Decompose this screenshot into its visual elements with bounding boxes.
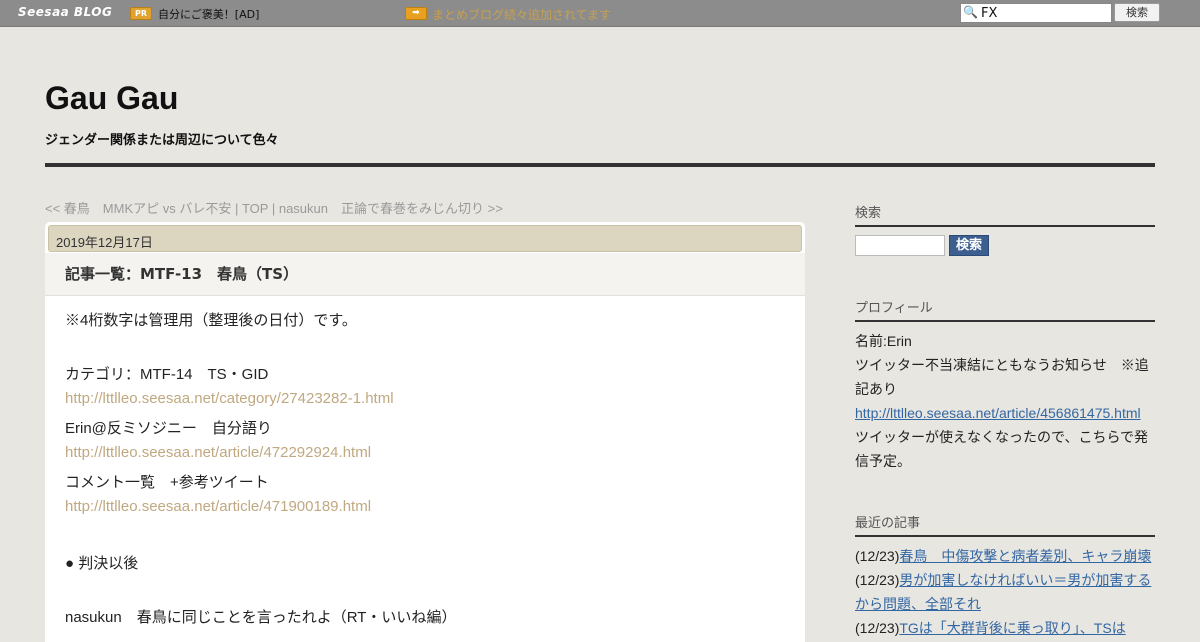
article-line: nasukun 春鳥に同じことを言ったれよ（RT・いいね編） — [65, 609, 457, 626]
recent-item: (12/23)男が加害しなければいい＝男が加害するから問題、全部それ — [855, 568, 1155, 616]
profile-note: ツイッターが使えなくなったので、こちらで発信予定。 — [855, 429, 1149, 469]
sidebar-recent-heading: 最近の記事 — [855, 512, 1155, 537]
article-title[interactable]: 記事一覧：MTF-13 春鳥（TS） — [65, 263, 298, 284]
next-article-link[interactable]: nasukun 正論で春巻をみじん切り >> — [279, 201, 503, 216]
seesaa-logo[interactable]: Seesaa BLOG — [18, 5, 112, 19]
recent-item: (12/23)春鳥 中傷攻撃と病者差別、キャラ崩壊 — [855, 544, 1155, 568]
profile-notice: ツイッター不当凍結にともなうお知らせ ※追記あり — [855, 357, 1149, 397]
pr-ad-link[interactable]: 自分にご褒美！[AD] — [158, 6, 259, 22]
top-search-input[interactable] — [981, 5, 1107, 21]
article-line: Erin@反ミソジニー 自分語り — [65, 420, 272, 437]
article-link[interactable]: http://lttlleo.seesaa.net/article/472292… — [65, 444, 371, 461]
profile-link[interactable]: http://lttlleo.seesaa.net/article/456861… — [855, 401, 1155, 425]
header-divider — [45, 163, 1155, 167]
sidebar-search-input[interactable] — [855, 235, 945, 256]
date-bar: 2019年12月17日 — [48, 225, 802, 252]
article-link[interactable]: http://lttlleo.seesaa.net/category/27423… — [65, 390, 394, 407]
recent-date: (12/23) — [855, 620, 900, 636]
article-nav: << 春鳥 MMKアピ vs バレ不安 | TOP | nasukun 正論で春… — [45, 198, 503, 217]
recent-item: (12/23)TGは「大群背後に乗っ取り」、TSは — [855, 616, 1155, 640]
article-link[interactable]: http://lttlleo.seesaa.net/article/471900… — [65, 498, 371, 515]
profile-name: 名前:Erin — [855, 333, 912, 349]
blog-title[interactable]: Gau Gau — [45, 80, 178, 117]
promo-link[interactable]: まとめブログ続々追加されてます — [432, 6, 611, 23]
article-date: 2019年12月17日 — [56, 235, 153, 250]
nav-separator: | — [268, 201, 279, 216]
prev-article-link[interactable]: << 春鳥 MMKアピ vs バレ不安 — [45, 201, 231, 216]
arrow-right-icon: ➡ — [405, 7, 427, 20]
top-search-button[interactable]: 検索 — [1114, 3, 1160, 22]
sidebar-search-heading: 検索 — [855, 202, 1155, 227]
sidebar-search-button[interactable]: 検索 — [949, 235, 989, 256]
top-search-box: 🔍 — [960, 3, 1112, 23]
article-line: コメント一覧 +参考ツイート — [65, 474, 269, 491]
recent-link[interactable]: TGは「大群背後に乗っ取り」、TSは — [899, 620, 1125, 636]
sidebar-profile-heading: プロフィール — [855, 297, 1155, 322]
recent-date: (12/23) — [855, 572, 900, 588]
article-line: ● 判決以後 — [65, 555, 139, 572]
magnifier-icon: 🔍 — [963, 5, 978, 19]
top-link[interactable]: TOP — [242, 201, 268, 216]
nav-separator: | — [231, 201, 242, 216]
article-line: ※4桁数字は管理用（整理後の日付）です。 — [65, 312, 357, 329]
top-bar: Seesaa BLOG PR 自分にご褒美！[AD] ➡ まとめブログ続々追加さ… — [0, 0, 1200, 27]
article: 2019年12月17日 記事一覧：MTF-13 春鳥（TS） ※4桁数字は管理用… — [45, 222, 805, 642]
pr-badge: PR — [130, 7, 152, 20]
recent-date: (12/23) — [855, 548, 900, 564]
recent-link[interactable]: 春鳥 中傷攻撃と病者差別、キャラ崩壊 — [899, 548, 1151, 564]
article-line: カテゴリ：MTF-14 TS・GID — [65, 366, 269, 383]
blog-description: ジェンダー関係または周辺について色々 — [45, 133, 279, 148]
recent-link[interactable]: 男が加害しなければいい＝男が加害するから問題、全部それ — [855, 572, 1151, 612]
article-title-band: 記事一覧：MTF-13 春鳥（TS） — [45, 253, 805, 296]
